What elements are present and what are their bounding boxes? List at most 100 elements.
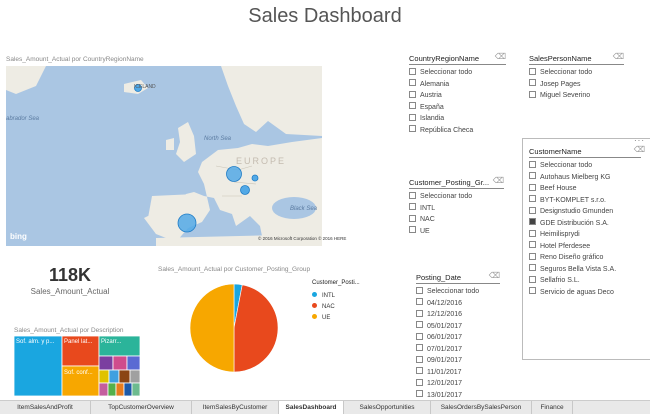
- slicer-customer[interactable]: ··· CustomerName ⌫ Seleccionar todo Autoh…: [522, 136, 650, 360]
- checkbox[interactable]: [416, 378, 423, 386]
- checkbox[interactable]: [416, 321, 423, 329]
- slicer-option[interactable]: Alemania: [409, 79, 506, 91]
- slicer-option[interactable]: Josep Pages: [529, 79, 624, 91]
- slicer-option[interactable]: 07/01/2017: [416, 344, 500, 356]
- slicer-option[interactable]: BYT-KOMPLET s.r.o.: [529, 195, 641, 207]
- map-visual[interactable]: ICELAND North Sea abrador Sea Black Sea …: [6, 66, 346, 246]
- checkbox[interactable]: [409, 226, 416, 234]
- slicer-option[interactable]: Servicio de aguas Deco: [529, 287, 641, 299]
- slicer-option[interactable]: Seleccionar todo: [409, 67, 506, 79]
- checkbox[interactable]: [409, 113, 416, 121]
- slicer-posting-group[interactable]: Customer_Posting_Gr... ⌫ Seleccionar tod…: [409, 176, 504, 238]
- tab-topcustomeroverview[interactable]: TopCustomerOverview: [91, 401, 192, 414]
- checkbox[interactable]: [409, 214, 416, 222]
- eraser-icon[interactable]: ⌫: [634, 145, 645, 154]
- checkbox[interactable]: [529, 275, 536, 283]
- slicer-option[interactable]: 12/01/2017: [416, 378, 500, 390]
- checkbox[interactable]: [529, 264, 536, 272]
- slicer-option[interactable]: Seguros Bella Vista S.A.: [529, 264, 641, 276]
- checkbox[interactable]: [416, 367, 423, 375]
- eraser-icon[interactable]: ⌫: [495, 52, 506, 61]
- map-bubble-republica-checa[interactable]: [251, 174, 259, 182]
- checkbox[interactable]: [416, 309, 423, 317]
- slicer-option[interactable]: Reno Diseño gráfico: [529, 252, 641, 264]
- pie-legend-item[interactable]: NAC: [312, 302, 360, 313]
- slicer-option[interactable]: UE: [409, 226, 504, 238]
- checkbox[interactable]: [409, 90, 416, 98]
- checkbox[interactable]: [416, 390, 423, 398]
- checkbox[interactable]: [409, 125, 416, 133]
- slicer-option[interactable]: Seleccionar todo: [409, 191, 504, 203]
- slicer-option[interactable]: España: [409, 102, 506, 114]
- eraser-icon[interactable]: ⌫: [489, 271, 500, 280]
- tab-salesdashboard[interactable]: SalesDashboard: [279, 401, 344, 414]
- checkbox[interactable]: [529, 206, 536, 214]
- slicer-option[interactable]: 09/01/2017: [416, 355, 500, 367]
- slicer-salesperson[interactable]: SalesPersonName ⌫ Seleccionar todo Josep …: [529, 52, 624, 102]
- checkbox[interactable]: [416, 332, 423, 340]
- map-bubble-austria[interactable]: [240, 185, 250, 195]
- slicer-posting-date[interactable]: Posting_Date ⌫ Seleccionar todo 04/12/201…: [416, 271, 500, 401]
- slicer-option[interactable]: Seleccionar todo: [416, 286, 500, 298]
- checkbox[interactable]: [409, 203, 416, 211]
- pie-slice-nac[interactable]: [233, 284, 279, 373]
- treemap-visual[interactable]: Sof. alm. y p... Panel lat... Pizarr... …: [13, 335, 141, 397]
- checkbox[interactable]: [529, 79, 536, 87]
- checkbox[interactable]: [416, 355, 423, 363]
- slicer-option[interactable]: Beef House: [529, 183, 641, 195]
- slicer-option[interactable]: Austria: [409, 90, 506, 102]
- tab-itemsalesandprofit[interactable]: ItemSalesAndProfit: [0, 401, 91, 414]
- slicer-country[interactable]: CountryRegionName ⌫ Seleccionar todo Alem…: [409, 52, 506, 137]
- eraser-icon[interactable]: ⌫: [613, 52, 624, 61]
- pie-visual[interactable]: [188, 282, 280, 374]
- pie-legend-item[interactable]: INTL: [312, 291, 360, 302]
- tab-salesordersbysalesperson[interactable]: SalesOrdersBySalesPerson: [431, 401, 532, 414]
- checkbox[interactable]: [416, 344, 423, 352]
- slicer-option[interactable]: 05/01/2017: [416, 321, 500, 333]
- eraser-icon[interactable]: ⌫: [493, 176, 504, 185]
- checkbox[interactable]: [409, 191, 416, 199]
- slicer-option[interactable]: Sellafrio S.L.: [529, 275, 641, 287]
- checkbox[interactable]: [409, 79, 416, 87]
- map-bubble-espana[interactable]: [177, 213, 197, 233]
- checkbox[interactable]: [529, 241, 536, 249]
- tab-salesopportunities[interactable]: SalesOpportunities: [344, 401, 431, 414]
- checkbox[interactable]: [529, 172, 536, 180]
- slicer-option[interactable]: NAC: [409, 214, 504, 226]
- pie-slice-ue[interactable]: [189, 283, 235, 373]
- checkbox[interactable]: [416, 298, 423, 306]
- map-bubble-alemania[interactable]: [226, 166, 242, 182]
- pie-legend-item[interactable]: UE: [312, 313, 360, 324]
- slicer-option[interactable]: Heimilisprydi: [529, 229, 641, 241]
- slicer-option[interactable]: República Checa: [409, 125, 506, 137]
- slicer-option[interactable]: Seleccionar todo: [529, 67, 624, 79]
- slicer-option[interactable]: 11/01/2017: [416, 367, 500, 379]
- slicer-option[interactable]: 04/12/2016: [416, 298, 500, 310]
- slicer-option[interactable]: INTL: [409, 203, 504, 215]
- slicer-option[interactable]: Designstudio Gmunden: [529, 206, 641, 218]
- more-options-icon[interactable]: ···: [634, 136, 645, 145]
- slicer-option[interactable]: 12/12/2016: [416, 309, 500, 321]
- checkbox[interactable]: [529, 160, 536, 168]
- checkbox[interactable]: [529, 287, 536, 295]
- checkbox[interactable]: [529, 252, 536, 260]
- slicer-option[interactable]: Islandia: [409, 113, 506, 125]
- checkbox[interactable]: [409, 102, 416, 110]
- checkbox[interactable]: [529, 67, 536, 75]
- slicer-option[interactable]: Hotel Pferdesee: [529, 241, 641, 253]
- checkbox[interactable]: [409, 67, 416, 75]
- checkbox[interactable]: [529, 218, 536, 226]
- tab-finance[interactable]: Finance: [532, 401, 573, 414]
- slicer-option[interactable]: Miguel Severino: [529, 90, 624, 102]
- checkbox[interactable]: [529, 183, 536, 191]
- checkbox[interactable]: [529, 195, 536, 203]
- kpi-card[interactable]: 118K Sales_Amount_Actual: [20, 265, 120, 296]
- checkbox[interactable]: [529, 229, 536, 237]
- tab-itemsalesbycustomer[interactable]: ItemSalesByCustomer: [192, 401, 279, 414]
- treemap-tile[interactable]: [13, 335, 63, 397]
- checkbox[interactable]: [416, 286, 423, 294]
- slicer-option[interactable]: Seleccionar todo: [529, 160, 641, 172]
- slicer-option[interactable]: Autohaus Mielberg KG: [529, 172, 641, 184]
- checkbox[interactable]: [529, 90, 536, 98]
- slicer-option[interactable]: GDE Distribución S.A.: [529, 218, 641, 230]
